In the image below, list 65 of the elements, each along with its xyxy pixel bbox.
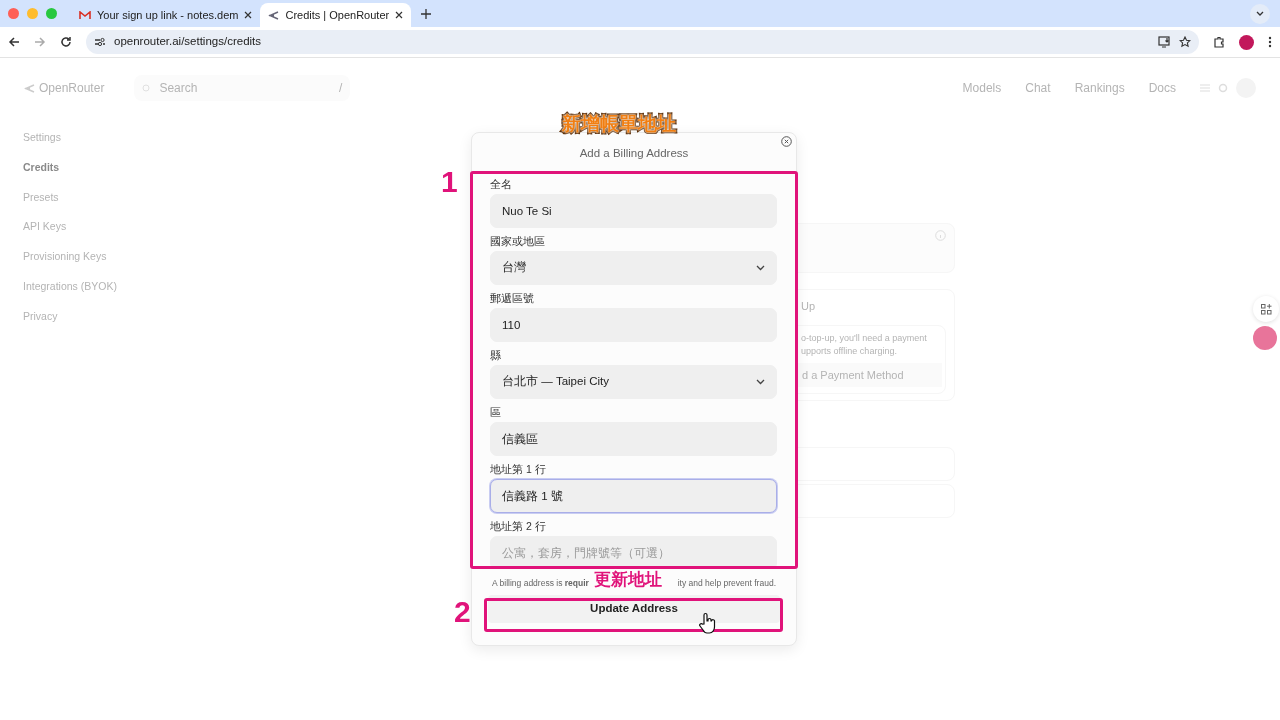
logo-icon bbox=[268, 10, 280, 20]
profile-avatar[interactable] bbox=[1239, 34, 1254, 50]
annotation-label: 更新地址 bbox=[594, 571, 662, 590]
field-label: 全名 bbox=[490, 178, 513, 190]
chevron-down-icon bbox=[756, 265, 765, 271]
sidebar-item[interactable]: Integrations (BYOK) bbox=[23, 278, 180, 295]
select-field[interactable]: 台北市 — Taipei City bbox=[490, 365, 777, 399]
reload-icon[interactable] bbox=[60, 36, 72, 48]
chevron-down-icon bbox=[1256, 11, 1264, 16]
new-tab-icon[interactable] bbox=[421, 8, 432, 19]
input-field[interactable]: 信義路 1 號 bbox=[490, 479, 777, 513]
step-number: 1 bbox=[441, 167, 458, 197]
annotation-title: 新增帳單地址 bbox=[562, 112, 676, 136]
field-label: 縣 bbox=[490, 349, 502, 361]
input-field[interactable]: 信義區 bbox=[490, 422, 777, 456]
address-bar[interactable]: openrouter.ai/settings/credits bbox=[86, 30, 1199, 54]
close-icon[interactable] bbox=[244, 11, 253, 19]
info-icon bbox=[935, 230, 946, 241]
grid-plus-icon bbox=[1260, 303, 1272, 315]
card-heading: Up bbox=[800, 299, 817, 314]
input-field[interactable]: 110 bbox=[490, 308, 777, 342]
shortcut-key: / bbox=[339, 79, 343, 97]
card-text: o-top-up, you'll need a payment upports offline charging. bbox=[800, 331, 928, 358]
field-label: 地址第 1 行 bbox=[490, 463, 547, 475]
back-icon[interactable] bbox=[8, 36, 20, 48]
nav-link[interactable]: Docs bbox=[1148, 79, 1176, 97]
sidebar-item[interactable]: Settings bbox=[23, 130, 180, 146]
floating-button[interactable] bbox=[1253, 296, 1279, 322]
dialog-title: Add a Billing Address bbox=[579, 147, 689, 159]
sidebar-item[interactable]: Provisioning Keys bbox=[23, 249, 180, 265]
more-icon[interactable] bbox=[1268, 36, 1272, 48]
sidebar-item[interactable]: API Keys bbox=[23, 219, 180, 235]
input-field[interactable]: Nuo Te Si bbox=[490, 194, 777, 228]
close-icon[interactable] bbox=[395, 11, 404, 19]
hand-cursor-icon bbox=[699, 612, 717, 634]
sidebar-item[interactable]: Privacy bbox=[23, 308, 180, 325]
select-field[interactable]: 台灣 bbox=[490, 251, 777, 285]
browser-tab[interactable]: Your sign up link - notes.dem bbox=[71, 3, 261, 27]
tab-search-button[interactable] bbox=[1250, 3, 1270, 24]
sidebar-item[interactable]: Presets bbox=[23, 189, 180, 206]
site-settings-icon[interactable] bbox=[94, 37, 106, 47]
field-label: 地址第 2 行 bbox=[490, 520, 547, 532]
browser-tab[interactable]: Credits | OpenRouter bbox=[260, 3, 412, 27]
search-placeholder: Search bbox=[159, 80, 199, 97]
star-icon[interactable] bbox=[1179, 36, 1191, 48]
field-label: 郵遞區號 bbox=[490, 292, 535, 304]
sidebar-item[interactable]: Credits bbox=[23, 159, 180, 176]
puzzle-icon[interactable] bbox=[1213, 36, 1225, 48]
url-text: openrouter.ai/settings/credits bbox=[114, 34, 263, 50]
logo-text[interactable]: OpenRouter bbox=[39, 79, 105, 97]
mail-icon bbox=[79, 10, 91, 20]
step-number: 2 bbox=[454, 597, 471, 627]
logo-icon bbox=[24, 83, 35, 93]
field-label: 國家或地區 bbox=[490, 235, 546, 247]
field-label: 區 bbox=[490, 406, 502, 418]
note-text: ity and help prevent fraud. bbox=[677, 577, 776, 590]
search-field[interactable]: Search / bbox=[134, 75, 351, 101]
chevron-down-icon bbox=[756, 379, 765, 385]
nav-link[interactable]: Chat bbox=[1025, 79, 1051, 97]
close-icon[interactable] bbox=[781, 136, 792, 147]
install-icon[interactable] bbox=[1158, 36, 1171, 48]
note-text: A billing address is requir bbox=[492, 577, 589, 590]
search-icon bbox=[142, 83, 152, 93]
nav-link[interactable]: Rankings bbox=[1074, 79, 1125, 97]
nav-link[interactable]: Models bbox=[962, 79, 1002, 97]
